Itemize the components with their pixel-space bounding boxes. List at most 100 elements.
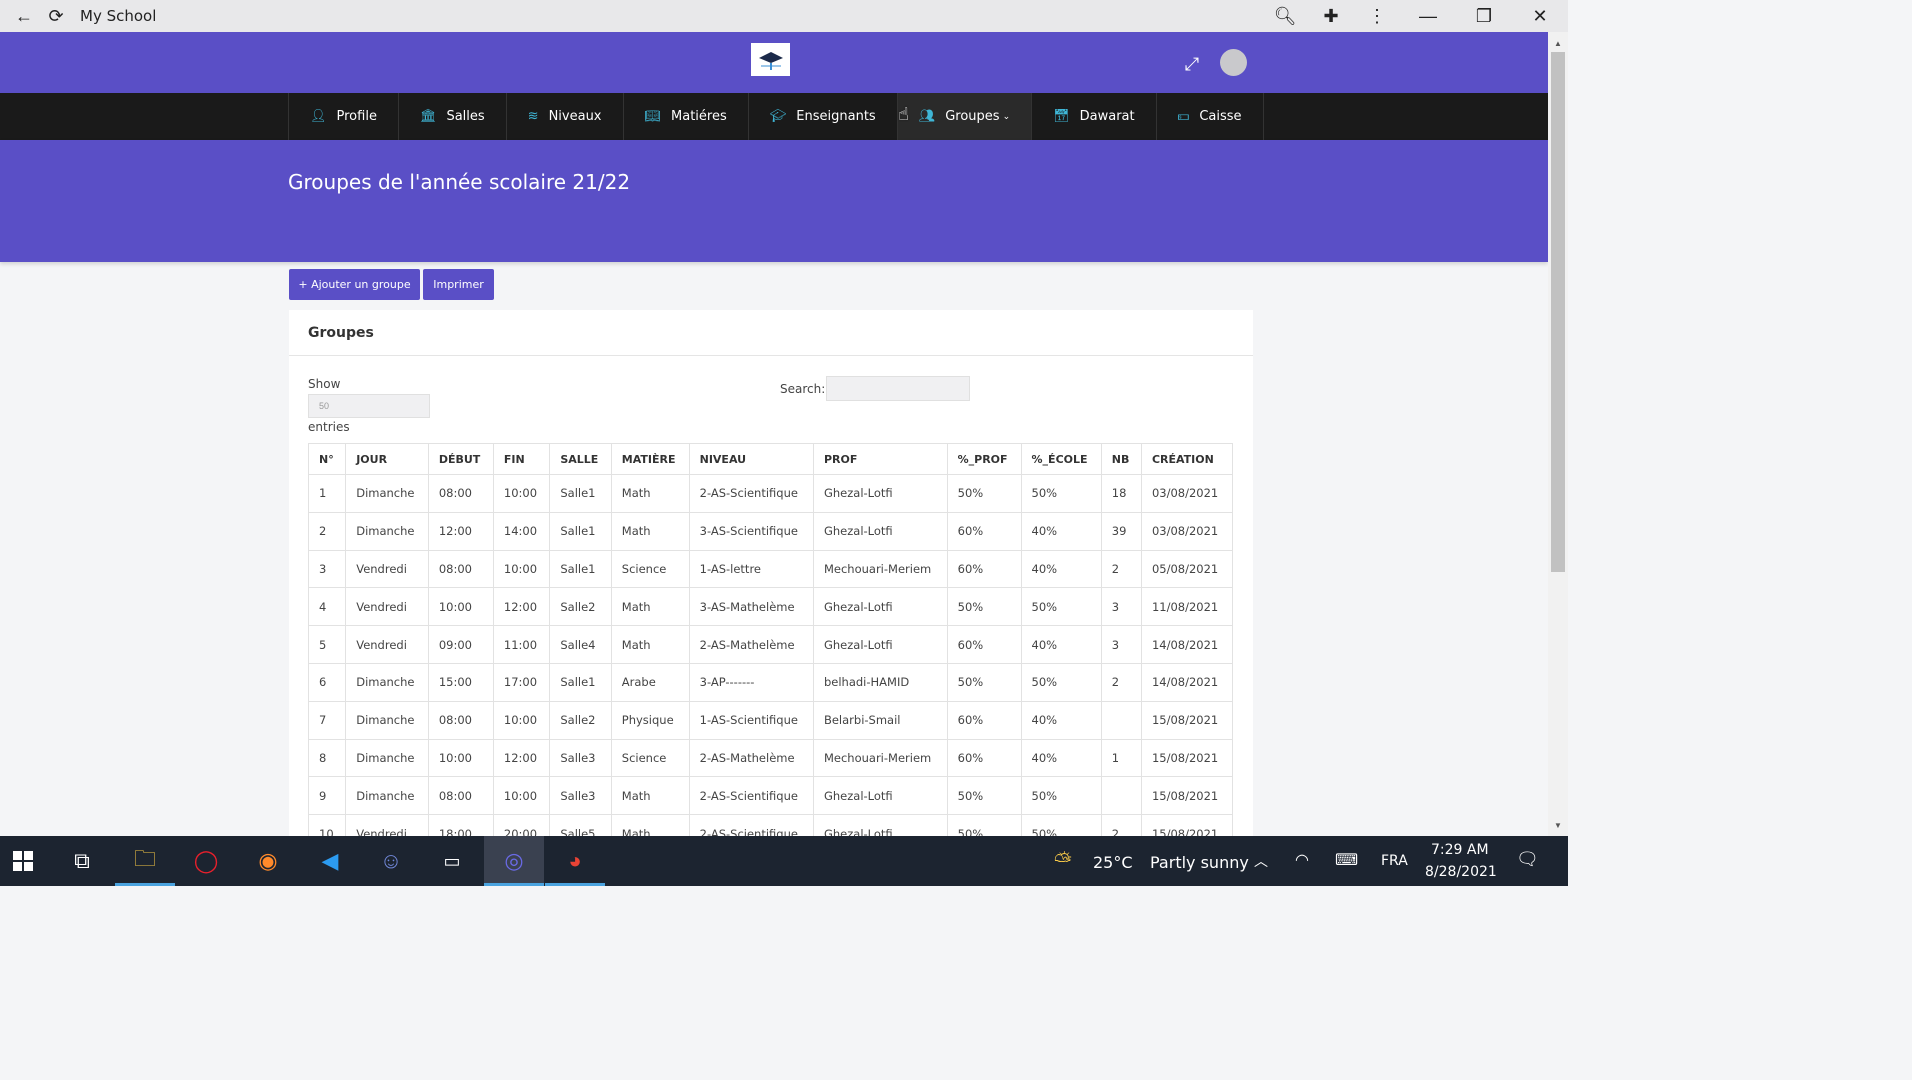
- column-header[interactable]: CRÉATION: [1140, 443, 1234, 475]
- scroll-down-arrow-icon[interactable]: ▼: [1548, 818, 1568, 832]
- table-cell: 12:00: [492, 738, 551, 778]
- app-window-icon[interactable]: ◎: [484, 836, 544, 886]
- column-header[interactable]: %_ÉCOLE: [1020, 443, 1102, 475]
- column-header[interactable]: DÉBUT: [427, 443, 494, 475]
- school-logo[interactable]: [751, 43, 790, 76]
- discord-icon[interactable]: ☺: [361, 836, 421, 886]
- table-cell: 2: [1100, 549, 1142, 589]
- table-row[interactable]: 9 Dimanche 08:00 10:00 Salle3 Math 2-AS-Scient…: [307, 776, 1234, 816]
- minimize-icon[interactable]: —: [1400, 0, 1456, 32]
- column-header[interactable]: NB: [1100, 443, 1142, 475]
- file-explorer-icon[interactable]: 🗀: [115, 836, 175, 886]
- table-cell: Math: [610, 776, 690, 816]
- table-cell: 50%: [946, 662, 1022, 702]
- keyboard-icon[interactable]: ⌨: [1335, 850, 1358, 870]
- table-row[interactable]: 6 Dimanche 15:00 17:00 Salle1 Arabe 3-AP------…: [307, 662, 1234, 702]
- table-cell: Dimanche: [345, 474, 429, 513]
- fullscreen-expand-icon[interactable]: ⤢: [1180, 52, 1204, 76]
- nav-item-matieres[interactable]: 📖︎ Matiéres: [622, 93, 748, 140]
- page-title: Groupes de l'année scolaire 21/22: [288, 170, 631, 194]
- table-cell: 50%: [946, 474, 1022, 513]
- notification-icon[interactable]: 🗨︎: [1516, 849, 1539, 870]
- table-cell: 18: [1100, 474, 1142, 513]
- table-row[interactable]: 3 Vendredi 08:00 10:00 Salle1 Science 1-AS-let…: [307, 549, 1234, 589]
- main-nav: 👤︎ Profile 🏛︎ Salles ≋ Niveaux 📖︎ Matiér…: [0, 93, 1548, 140]
- column-header[interactable]: N°: [307, 443, 347, 475]
- weather-desc[interactable]: Partly sunny: [1150, 853, 1249, 872]
- tray-chevron-up-icon[interactable]: ︿: [1254, 851, 1268, 871]
- table-cell: Ghezal-Lotfi: [812, 587, 948, 627]
- table-cell: 3: [307, 549, 347, 589]
- table-cell: Salle3: [549, 776, 612, 816]
- back-arrow-icon[interactable]: ←: [8, 0, 40, 32]
- nav-item-dawarat[interactable]: 📅︎ Dawarat: [1031, 93, 1156, 140]
- vscode-icon[interactable]: ◀: [300, 836, 360, 886]
- column-header[interactable]: FIN: [492, 443, 551, 475]
- chevron-down-icon: ⌄: [1002, 111, 1011, 122]
- add-group-button[interactable]: + Ajouter un groupe: [289, 269, 420, 300]
- weather-temp[interactable]: 25°C: [1093, 853, 1133, 872]
- nav-item-groupes[interactable]: 👥︎ Groupes ⌄: [896, 93, 1032, 140]
- windows-start-icon[interactable]: [0, 836, 46, 886]
- chrome-icon[interactable]: ◕: [545, 836, 605, 886]
- page-scrollbar[interactable]: ▲ ▼: [1548, 32, 1568, 836]
- table-cell: 9: [307, 776, 347, 816]
- table-row[interactable]: 2 Dimanche 12:00 14:00 Salle1 Math 3-AS-Scient…: [307, 511, 1234, 551]
- table-row[interactable]: 1 Dimanche 08:00 10:00 Salle1 Math 2-AS-Scient…: [307, 474, 1234, 513]
- column-header[interactable]: JOUR: [345, 443, 429, 475]
- clock-time[interactable]: 7:29 AM: [1431, 842, 1489, 858]
- nav-label: Profile: [336, 109, 377, 124]
- table-cell: 10:00: [427, 738, 494, 778]
- table-cell: Vendredi: [345, 549, 429, 589]
- avatar[interactable]: [1220, 49, 1247, 76]
- column-header[interactable]: PROF: [812, 443, 948, 475]
- table-cell: Vendredi: [345, 587, 429, 627]
- terminal-icon[interactable]: ▭: [422, 836, 482, 886]
- nav-item-enseignants[interactable]: 🎓︎ Enseignants: [747, 93, 897, 140]
- table-row[interactable]: 7 Dimanche 08:00 10:00 Salle2 Physique 1-AS-Sc…: [307, 700, 1234, 740]
- table-cell: Ghezal-Lotfi: [812, 776, 948, 816]
- column-header[interactable]: NIVEAU: [688, 443, 814, 475]
- table-row[interactable]: 4 Vendredi 10:00 12:00 Salle2 Math 3-AS-Mathel…: [307, 587, 1234, 627]
- table-row[interactable]: 8 Dimanche 10:00 12:00 Salle3 Science 2-AS-Mat…: [307, 738, 1234, 778]
- search-input[interactable]: [826, 376, 970, 401]
- table-cell: Salle2: [549, 587, 612, 627]
- table-cell: 10:00: [492, 700, 551, 740]
- scroll-up-arrow-icon[interactable]: ▲: [1548, 36, 1568, 50]
- table-header-row: N° JOUR DÉBUT FIN SALLE MATIÈRE NIVEAU P…: [307, 443, 1234, 475]
- task-view-icon[interactable]: ⧉: [52, 836, 112, 886]
- column-header[interactable]: MATIÈRE: [610, 443, 690, 475]
- zoom-icon[interactable]: 🔍︎: [1262, 0, 1308, 32]
- firefox-icon[interactable]: ◉: [238, 836, 298, 886]
- wifi-icon[interactable]: ◠: [1295, 850, 1309, 870]
- column-header[interactable]: SALLE: [549, 443, 612, 475]
- table-cell: Ghezal-Lotfi: [812, 625, 948, 664]
- table-cell: 2-AS-Scientifique: [688, 776, 814, 816]
- close-icon[interactable]: ✕: [1512, 0, 1568, 32]
- more-menu-icon[interactable]: ⋮: [1354, 0, 1400, 32]
- table-cell: Ghezal-Lotfi: [812, 474, 948, 513]
- clock-date[interactable]: 8/28/2021: [1425, 864, 1497, 880]
- nav-item-niveaux[interactable]: ≋ Niveaux: [505, 93, 623, 140]
- column-header[interactable]: %_PROF: [946, 443, 1022, 475]
- page-length-select[interactable]: 50: [308, 394, 430, 418]
- print-button[interactable]: Imprimer: [423, 269, 494, 300]
- table-cell: 14:00: [492, 511, 551, 551]
- table-cell: 05/08/2021: [1140, 549, 1234, 589]
- table-row[interactable]: 5 Vendredi 09:00 11:00 Salle4 Math 2-AS-Mathel…: [307, 625, 1234, 664]
- reload-icon[interactable]: ⟳: [40, 0, 72, 32]
- nav-item-salles[interactable]: 🏛︎ Salles: [397, 93, 506, 140]
- table-cell: 1-AS-lettre: [688, 549, 814, 589]
- extensions-icon[interactable]: ✚: [1308, 0, 1354, 32]
- restore-icon[interactable]: ❐: [1456, 0, 1512, 32]
- table-cell: Salle1: [549, 511, 612, 551]
- table-cell: 15/08/2021: [1140, 738, 1234, 778]
- nav-label: Enseignants: [796, 109, 876, 124]
- user-icon: 👤︎: [310, 109, 327, 124]
- scroll-thumb[interactable]: [1551, 52, 1565, 572]
- language-indicator[interactable]: FRA: [1381, 853, 1408, 869]
- groups-card: Groupes Show 50 entries Search: N° JOUR …: [289, 310, 1253, 853]
- nav-item-caisse[interactable]: 💵︎ Caisse: [1155, 93, 1264, 140]
- nav-item-profile[interactable]: 👤︎ Profile: [288, 93, 398, 140]
- opera-icon[interactable]: ◯: [176, 836, 236, 886]
